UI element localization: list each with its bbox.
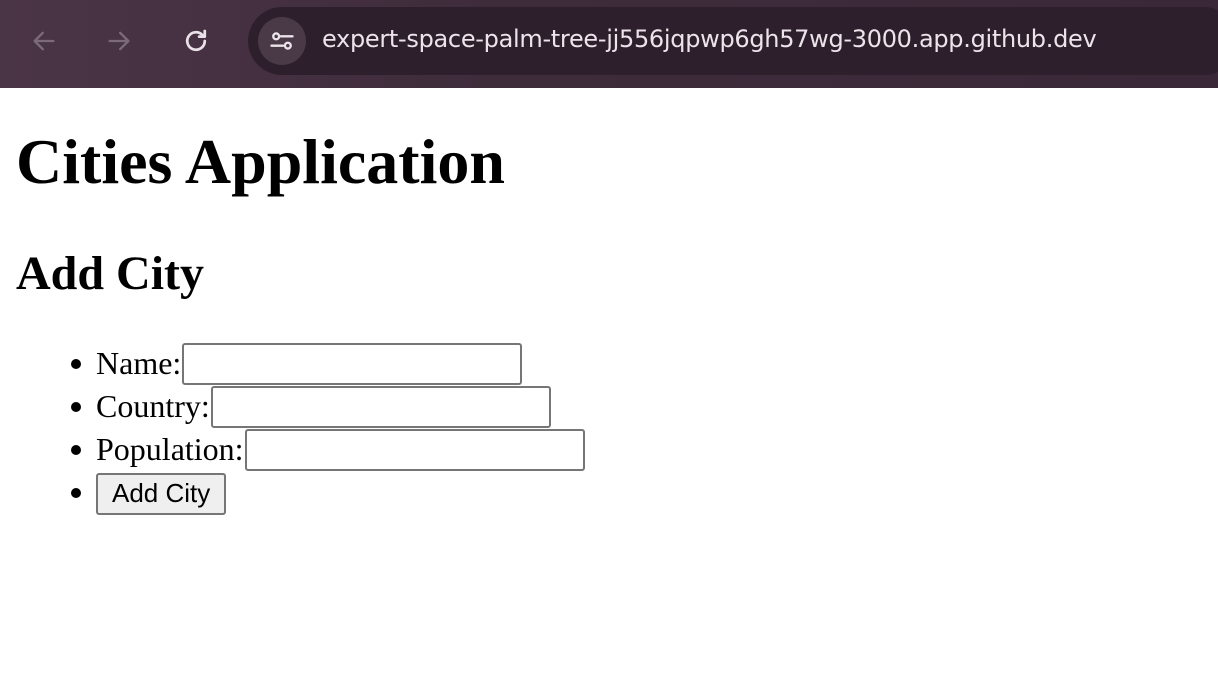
reload-icon xyxy=(185,29,207,52)
name-field[interactable] xyxy=(182,342,523,385)
url-text[interactable]: expert-space-palm-tree-jj556jqpwp6gh57wg… xyxy=(322,25,1097,53)
section-title: Add City xyxy=(16,247,205,300)
arrow-left-icon xyxy=(33,31,55,51)
page-content: Cities Application Add City Name: Countr… xyxy=(0,88,1218,680)
list-item: Population: xyxy=(71,428,585,471)
add-city-button[interactable]: Add City xyxy=(96,472,227,515)
name-label: Name: xyxy=(96,345,182,381)
list-item: Country: xyxy=(71,385,585,428)
browser-toolbar: expert-space-palm-tree-jj556jqpwp6gh57wg… xyxy=(0,0,1218,88)
list-item: Add City xyxy=(71,471,585,515)
arrow-right-icon xyxy=(108,31,130,51)
address-bar[interactable]: expert-space-palm-tree-jj556jqpwp6gh57wg… xyxy=(248,7,1218,75)
reload-button[interactable] xyxy=(177,22,215,60)
tune-icon xyxy=(270,32,294,50)
page-title: Cities Application xyxy=(16,126,505,197)
population-label: Population: xyxy=(96,431,244,467)
forward-button[interactable] xyxy=(100,22,138,60)
back-button[interactable] xyxy=(25,22,63,60)
country-label: Country: xyxy=(96,388,210,424)
country-field[interactable] xyxy=(210,385,551,428)
population-field[interactable] xyxy=(244,428,585,471)
list-item: Name: xyxy=(71,342,585,385)
add-city-form: Name: Country: Population: Add City xyxy=(0,342,585,515)
site-info-button[interactable] xyxy=(258,17,306,65)
